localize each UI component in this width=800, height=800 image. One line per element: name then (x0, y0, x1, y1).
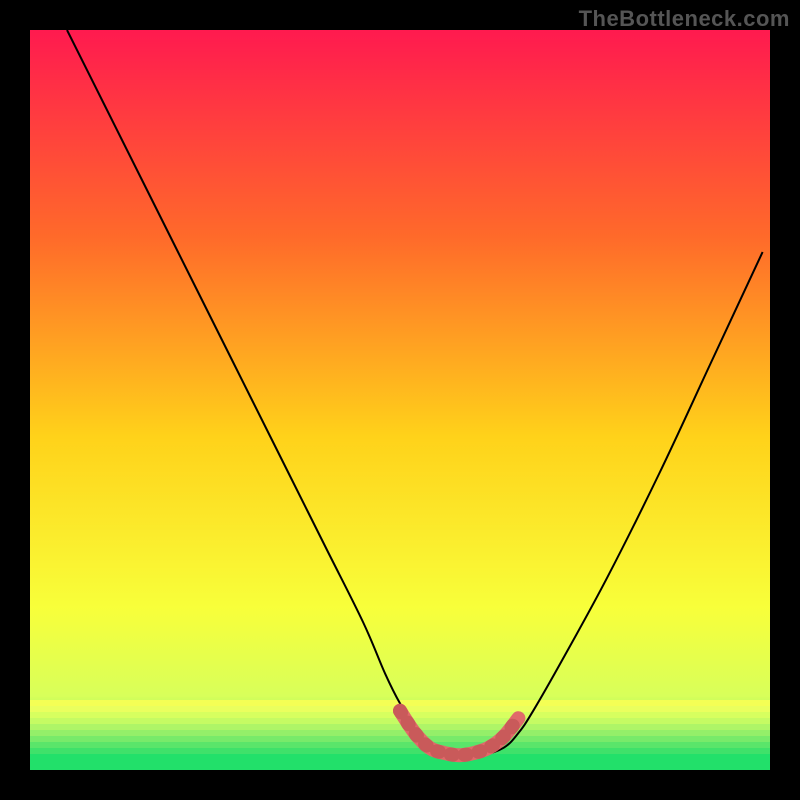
plot-svg (0, 0, 800, 800)
chart-stage: TheBottleneck.com (0, 0, 800, 800)
watermark-text: TheBottleneck.com (579, 6, 790, 32)
gradient-panel (30, 30, 770, 770)
bottleneck-plot (0, 0, 800, 800)
